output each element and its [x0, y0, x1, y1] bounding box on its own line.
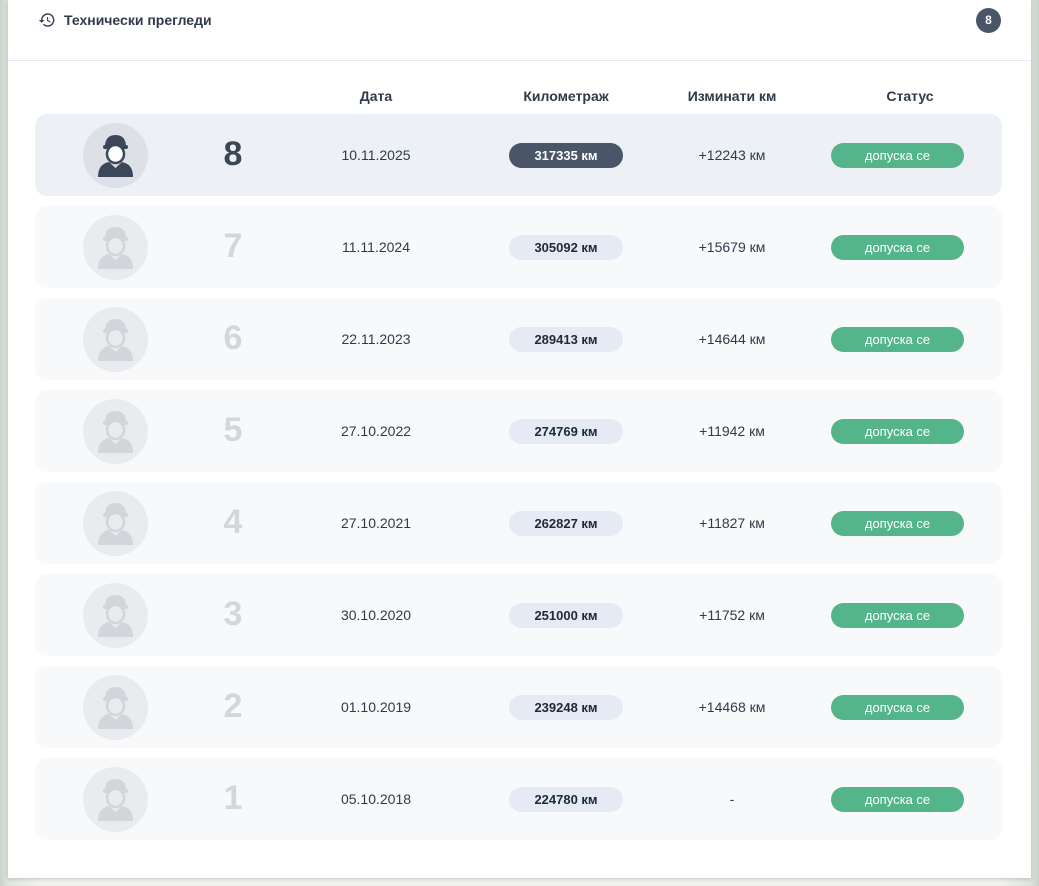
inspection-row-3[interactable]: 3 30.10.2020 251000 км +11752 км допуска…: [35, 574, 1002, 656]
status-badge: допуска се: [831, 603, 964, 628]
inspection-date: 27.10.2022: [340, 423, 412, 439]
mileage-delta: +11827 км: [699, 515, 765, 531]
mileage-badge: 274769 км: [509, 419, 623, 444]
inspection-date: 05.10.2018: [340, 791, 412, 807]
mileage-delta: +14644 км: [698, 331, 766, 347]
column-header-date: Дата: [359, 88, 393, 104]
mileage-badge: 305092 км: [509, 235, 623, 260]
inspection-number: 7: [223, 227, 243, 265]
status-badge: допуска се: [831, 235, 964, 260]
inspection-number: 5: [223, 411, 243, 449]
inspection-date: 30.10.2020: [340, 607, 412, 623]
history-icon: [38, 11, 56, 29]
column-headers: Дата Километраж Изминати км Статус: [35, 88, 1002, 108]
inspection-row-4[interactable]: 4 27.10.2021 262827 км +11827 км допуска…: [35, 482, 1002, 564]
inspection-row-5[interactable]: 5 27.10.2022 274769 км +11942 км допуска…: [35, 390, 1002, 472]
inspection-number: 3: [223, 595, 243, 633]
mileage-badge: 224780 км: [509, 787, 623, 812]
mechanic-avatar-icon: [83, 399, 148, 464]
mileage-delta: +15679 км: [698, 239, 766, 255]
inspections-card: Технически прегледи 8 Дата Километраж Из…: [8, 0, 1031, 878]
inspection-date: 22.11.2023: [341, 331, 411, 347]
column-header-delta: Изминати км: [687, 88, 777, 104]
mileage-delta: +11942 км: [699, 423, 765, 439]
mileage-badge: 317335 км: [509, 143, 623, 168]
inspection-row-7[interactable]: 7 11.11.2024 305092 км +15679 км допуска…: [35, 206, 1002, 288]
mileage-badge: 262827 км: [509, 511, 623, 536]
mileage-delta: +14468 км: [698, 699, 766, 715]
inspection-date: 10.11.2025: [341, 147, 411, 163]
mileage-delta: +11752 км: [699, 607, 765, 623]
column-header-status: Статус: [886, 88, 934, 104]
mechanic-avatar-icon: [83, 767, 148, 832]
mechanic-avatar-icon: [83, 675, 148, 740]
mileage-badge: 239248 км: [509, 695, 623, 720]
inspection-row-6[interactable]: 6 22.11.2023 289413 км +14644 км допуска…: [35, 298, 1002, 380]
inspection-number: 8: [223, 135, 243, 173]
status-badge: допуска се: [831, 419, 964, 444]
status-badge: допуска се: [831, 327, 964, 352]
column-header-mileage: Километраж: [523, 88, 609, 104]
mechanic-avatar-icon: [83, 123, 148, 188]
mileage-delta: -: [729, 791, 735, 807]
inspection-row-2[interactable]: 2 01.10.2019 239248 км +14468 км допуска…: [35, 666, 1002, 748]
status-badge: допуска се: [831, 787, 964, 812]
inspection-date: 11.11.2024: [342, 239, 410, 255]
mileage-badge: 289413 км: [509, 327, 623, 352]
mileage-badge: 251000 км: [509, 603, 623, 628]
inspection-number: 4: [223, 503, 243, 541]
mileage-delta: +12243 км: [698, 147, 766, 163]
status-badge: допуска се: [831, 695, 964, 720]
section-title: Технически прегледи: [64, 12, 212, 28]
inspection-number: 6: [223, 319, 243, 357]
status-badge: допуска се: [831, 143, 964, 168]
inspection-number: 1: [223, 779, 243, 817]
mechanic-avatar-icon: [83, 583, 148, 648]
mechanic-avatar-icon: [83, 215, 148, 280]
count-badge: 8: [976, 8, 1001, 33]
inspection-date: 01.10.2019: [340, 699, 412, 715]
inspection-number: 2: [223, 687, 243, 725]
mechanic-avatar-icon: [83, 491, 148, 556]
status-badge: допуска се: [831, 511, 964, 536]
inspection-row-8[interactable]: 8 10.11.2025 317335 км +12243 км допуска…: [35, 114, 1002, 196]
card-header: Технически прегледи 8: [8, 0, 1031, 61]
inspection-row-1[interactable]: 1 05.10.2018 224780 км - допуска се: [35, 758, 1002, 840]
inspection-date: 27.10.2021: [340, 515, 412, 531]
mechanic-avatar-icon: [83, 307, 148, 372]
